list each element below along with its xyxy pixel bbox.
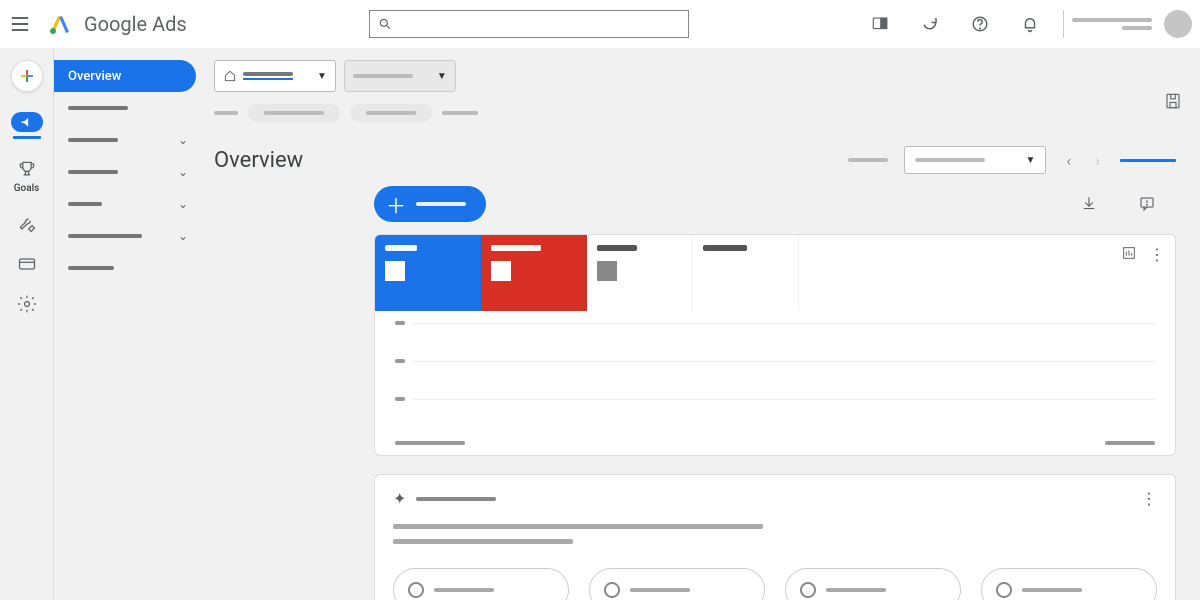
search-icon <box>378 17 392 31</box>
side-nav: Overview ⌄ ⌄ ⌄ ⌄ <box>54 48 202 600</box>
sparkle-icon: ✦ <box>393 489 406 508</box>
metric-3[interactable] <box>587 235 693 311</box>
account-selector[interactable]: ▼ <box>214 60 336 92</box>
expand-chart-icon[interactable] <box>1121 245 1137 261</box>
help-icon[interactable] <box>971 15 989 33</box>
rail-billing[interactable] <box>5 254 49 274</box>
rail-tools[interactable] <box>5 214 49 234</box>
rail-campaigns[interactable] <box>5 112 49 139</box>
scorecard-card: ⋮ <box>374 234 1176 456</box>
date-next-button[interactable]: › <box>1091 151 1104 170</box>
tools-icon <box>17 214 37 234</box>
save-report-icon[interactable] <box>1164 92 1182 110</box>
notifications-icon[interactable] <box>1021 15 1039 33</box>
option-3[interactable] <box>785 568 961 600</box>
refresh-icon[interactable] <box>921 15 939 33</box>
metric-1[interactable] <box>375 235 481 311</box>
nav-overview[interactable]: Overview <box>54 60 196 92</box>
main-content: ▼ ▼ Overview ▼ ‹ › ＋ <box>202 48 1200 600</box>
appearance-icon[interactable] <box>871 15 889 33</box>
product-name: Google Ads <box>84 12 187 36</box>
nav-item-1[interactable] <box>54 92 202 124</box>
download-icon[interactable] <box>1080 195 1098 213</box>
left-rail: Goals <box>0 48 54 600</box>
nav-item-6[interactable] <box>54 252 202 284</box>
metric-4[interactable] <box>693 235 799 311</box>
date-range-selector[interactable]: ▼ <box>904 146 1046 174</box>
metric-2[interactable] <box>481 235 587 311</box>
app-header: Google Ads <box>0 0 1200 48</box>
nav-item-2[interactable]: ⌄ <box>54 124 202 156</box>
filter-chip-2[interactable] <box>350 104 432 122</box>
card-menu-icon[interactable]: ⋮ <box>1149 245 1165 264</box>
trophy-icon <box>17 159 37 179</box>
nav-item-5[interactable]: ⌄ <box>54 220 202 252</box>
rail-goals[interactable]: Goals <box>5 159 49 194</box>
filter-chip-1[interactable] <box>248 104 340 122</box>
nav-item-4[interactable]: ⌄ <box>54 188 202 220</box>
rail-admin[interactable] <box>5 294 49 314</box>
card-icon <box>17 254 37 274</box>
new-campaign-button[interactable]: ＋ <box>374 186 486 222</box>
plus-icon: ＋ <box>386 190 406 219</box>
page-title: Overview <box>214 148 303 173</box>
option-1[interactable] <box>393 568 569 600</box>
chart-area <box>375 311 1175 455</box>
create-button[interactable] <box>11 60 43 92</box>
google-ads-logo-icon <box>48 12 72 36</box>
search-input[interactable] <box>369 10 689 38</box>
gear-icon <box>17 294 37 314</box>
date-prev-button[interactable]: ‹ <box>1062 151 1075 170</box>
campaign-selector[interactable]: ▼ <box>344 60 456 92</box>
recommendation-card: ✦ ⋮ <box>374 474 1176 600</box>
account-label[interactable] <box>1072 18 1152 30</box>
card-menu-icon[interactable]: ⋮ <box>1141 489 1157 508</box>
home-icon <box>223 69 237 83</box>
avatar[interactable] <box>1164 10 1192 38</box>
feedback-icon[interactable] <box>1138 195 1156 213</box>
nav-item-3[interactable]: ⌄ <box>54 156 202 188</box>
option-4[interactable] <box>981 568 1157 600</box>
option-2[interactable] <box>589 568 765 600</box>
menu-icon[interactable] <box>8 12 32 36</box>
